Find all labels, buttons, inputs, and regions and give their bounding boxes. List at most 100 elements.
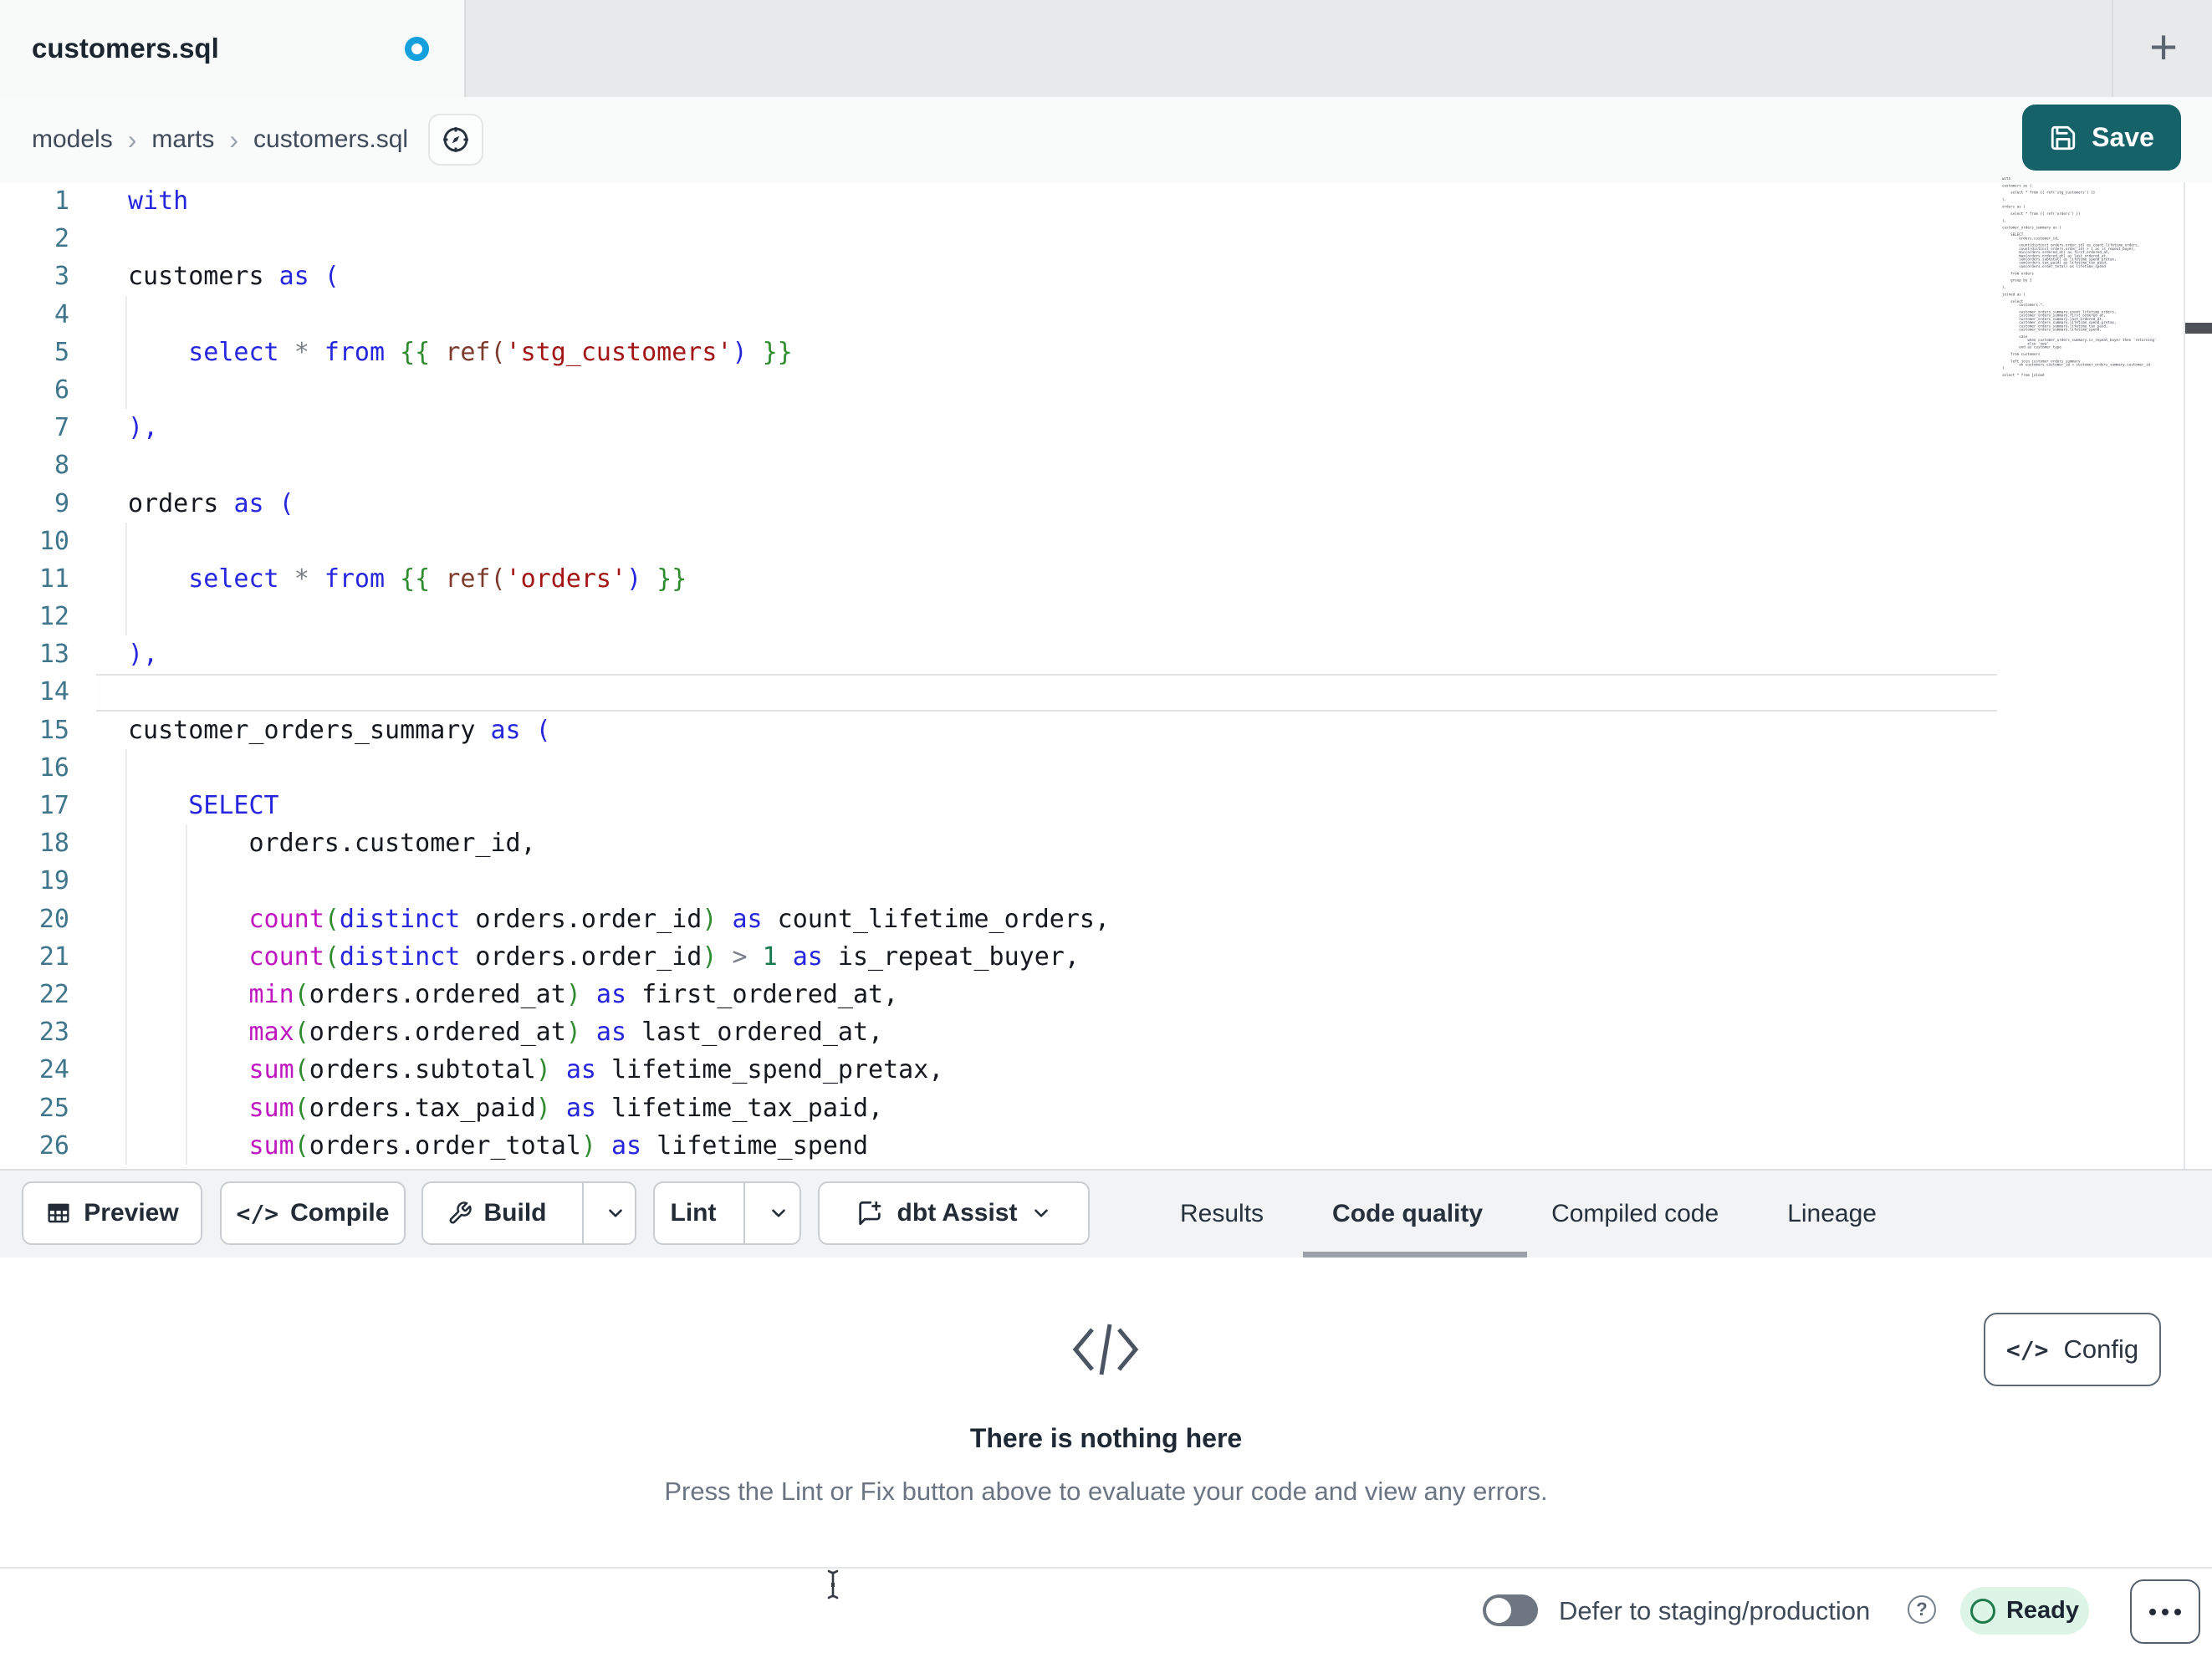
chevron-down-icon xyxy=(1030,1202,1052,1224)
line-number[interactable]: 11 xyxy=(0,560,96,598)
code-line[interactable] xyxy=(96,749,1997,787)
compile-label: Compile xyxy=(290,1199,390,1227)
line-number-gutter[interactable]: 1 2 3 4 5 6 7 8 9 10 11 12 13 14 15 16 17 18 19 20 21 22 23 24 2… xyxy=(0,182,96,1165)
breadcrumb-item-customers-sql[interactable]: customers.sql xyxy=(253,125,408,154)
code-editor[interactable]: 1 2 3 4 5 6 7 8 9 10 11 12 13 14 15 16 17 18 19 20 21 22 23 24 2… xyxy=(0,182,2212,1169)
line-number[interactable]: 1 xyxy=(0,182,96,220)
lint-button[interactable]: Lint xyxy=(655,1183,732,1243)
new-tab-button[interactable]: + xyxy=(2136,18,2191,77)
code-line[interactable]: max(orders.ordered_at) as last_ordered_a… xyxy=(96,1013,1997,1051)
breadcrumb-item-marts[interactable]: marts xyxy=(151,125,214,154)
line-number[interactable]: 15 xyxy=(0,712,96,749)
tabbar-divider xyxy=(2112,0,2113,97)
bottom-toolbar: Preview </> Compile Build Lint dbt Assis… xyxy=(0,1169,2212,1259)
save-floppy-icon xyxy=(2049,124,2077,152)
defer-toggle[interactable] xyxy=(1483,1594,1538,1626)
file-tab-customers-sql[interactable]: customers.sql xyxy=(0,0,466,97)
code-line[interactable] xyxy=(96,296,1997,334)
code-line[interactable] xyxy=(96,523,1997,560)
tab-bar: customers.sql + xyxy=(0,0,2212,97)
line-number[interactable]: 8 xyxy=(0,446,96,484)
build-button[interactable]: Build xyxy=(423,1183,570,1243)
line-number[interactable]: 5 xyxy=(0,334,96,371)
code-icon xyxy=(1065,1311,1146,1388)
status-bar: Defer to staging/production ? Ready xyxy=(0,1567,2212,1653)
empty-state-title: There is nothing here xyxy=(969,1423,1243,1453)
line-number[interactable]: 7 xyxy=(0,409,96,446)
line-number[interactable]: 25 xyxy=(0,1089,96,1127)
status-badge-ready: Ready xyxy=(1960,1587,2089,1635)
help-icon[interactable]: ? xyxy=(1908,1595,1936,1624)
line-number[interactable]: 16 xyxy=(0,749,96,787)
chevron-down-icon xyxy=(768,1202,789,1224)
lint-dropdown-button[interactable] xyxy=(757,1183,799,1243)
compile-button[interactable]: </> Compile xyxy=(220,1181,406,1245)
code-line[interactable]: customers as ( xyxy=(96,258,1997,295)
code-line[interactable] xyxy=(96,598,1997,635)
code-line[interactable]: select * from {{ ref('stg_customers') }} xyxy=(96,334,1997,371)
preview-button[interactable]: Preview xyxy=(22,1181,202,1245)
line-number[interactable]: 4 xyxy=(0,296,96,334)
code-line[interactable]: count(distinct orders.order_id) as count… xyxy=(96,900,1997,938)
line-number[interactable]: 6 xyxy=(0,371,96,409)
code-line[interactable]: sum(orders.tax_paid) as lifetime_tax_pai… xyxy=(96,1089,1997,1127)
line-number[interactable]: 18 xyxy=(0,824,96,862)
line-number[interactable]: 13 xyxy=(0,635,96,673)
line-number[interactable]: 24 xyxy=(0,1051,96,1089)
text-cursor-pointer xyxy=(823,1569,843,1600)
code-line[interactable]: ), xyxy=(96,409,1997,446)
config-button[interactable]: </> Config xyxy=(1984,1313,2161,1386)
code-line[interactable]: count(distinct orders.order_id) > 1 as i… xyxy=(96,938,1997,976)
dot-icon xyxy=(2162,1608,2169,1615)
code-line[interactable]: with xyxy=(96,182,1997,220)
defer-label: Defer to staging/production xyxy=(1559,1595,1871,1625)
empty-state-subtitle: Press the Lint or Fix button above to ev… xyxy=(664,1477,1548,1506)
line-number[interactable]: 2 xyxy=(0,220,96,258)
navigate-compass-button[interactable] xyxy=(428,114,484,166)
line-number[interactable]: 21 xyxy=(0,938,96,976)
code-line[interactable]: min(orders.ordered_at) as first_ordered_… xyxy=(96,976,1997,1013)
line-number[interactable]: 19 xyxy=(0,862,96,900)
code-line[interactable]: orders as ( xyxy=(96,485,1997,523)
code-line[interactable]: select * from {{ ref('orders') }} xyxy=(96,560,1997,598)
preview-label: Preview xyxy=(84,1199,179,1227)
line-number[interactable]: 23 xyxy=(0,1013,96,1051)
scrollbar-thumb[interactable] xyxy=(2185,323,2212,334)
line-number[interactable]: 20 xyxy=(0,900,96,938)
code-line[interactable]: ), xyxy=(96,635,1997,673)
build-label: Build xyxy=(483,1199,547,1227)
line-number[interactable]: 10 xyxy=(0,523,96,560)
line-number[interactable]: 12 xyxy=(0,598,96,635)
code-line[interactable]: sum(orders.subtotal) as lifetime_spend_p… xyxy=(96,1051,1997,1089)
line-number[interactable]: 14 xyxy=(0,673,96,711)
save-button[interactable]: Save xyxy=(2022,105,2181,171)
more-options-button[interactable] xyxy=(2130,1579,2200,1644)
tab-results[interactable]: Results xyxy=(1180,1200,1264,1228)
line-number[interactable]: 26 xyxy=(0,1127,96,1165)
code-line[interactable]: orders.customer_id, xyxy=(96,824,1997,862)
ready-label: Ready xyxy=(2005,1597,2080,1624)
button-divider xyxy=(582,1183,584,1243)
tab-code-quality[interactable]: Code quality xyxy=(1332,1200,1483,1228)
line-number[interactable]: 17 xyxy=(0,787,96,824)
line-number[interactable]: 22 xyxy=(0,976,96,1013)
tab-lineage[interactable]: Lineage xyxy=(1787,1200,1877,1228)
save-label: Save xyxy=(2092,122,2154,152)
build-dropdown-button[interactable] xyxy=(595,1183,635,1243)
code-line[interactable] xyxy=(96,446,1997,484)
dbt-assist-button[interactable]: dbt Assist xyxy=(818,1181,1090,1245)
line-number[interactable]: 9 xyxy=(0,485,96,523)
line-number[interactable]: 3 xyxy=(0,258,96,295)
minimap[interactable]: with customers as ( select * from {{ ref… xyxy=(2002,177,2183,383)
code-line[interactable]: sum(orders.order_total) as lifetime_spen… xyxy=(96,1127,1997,1165)
code-line[interactable] xyxy=(96,673,1997,711)
code-content[interactable]: with customers as ( select * from {{ ref(… xyxy=(96,182,1997,1165)
code-line[interactable]: SELECT xyxy=(96,787,1997,824)
code-line[interactable] xyxy=(96,862,1997,900)
breadcrumb-item-models[interactable]: models xyxy=(32,125,113,154)
button-divider xyxy=(743,1183,745,1243)
code-line[interactable]: customer_orders_summary as ( xyxy=(96,712,1997,749)
code-line[interactable] xyxy=(96,220,1997,258)
tab-compiled-code[interactable]: Compiled code xyxy=(1551,1200,1719,1228)
code-line[interactable] xyxy=(96,371,1997,409)
